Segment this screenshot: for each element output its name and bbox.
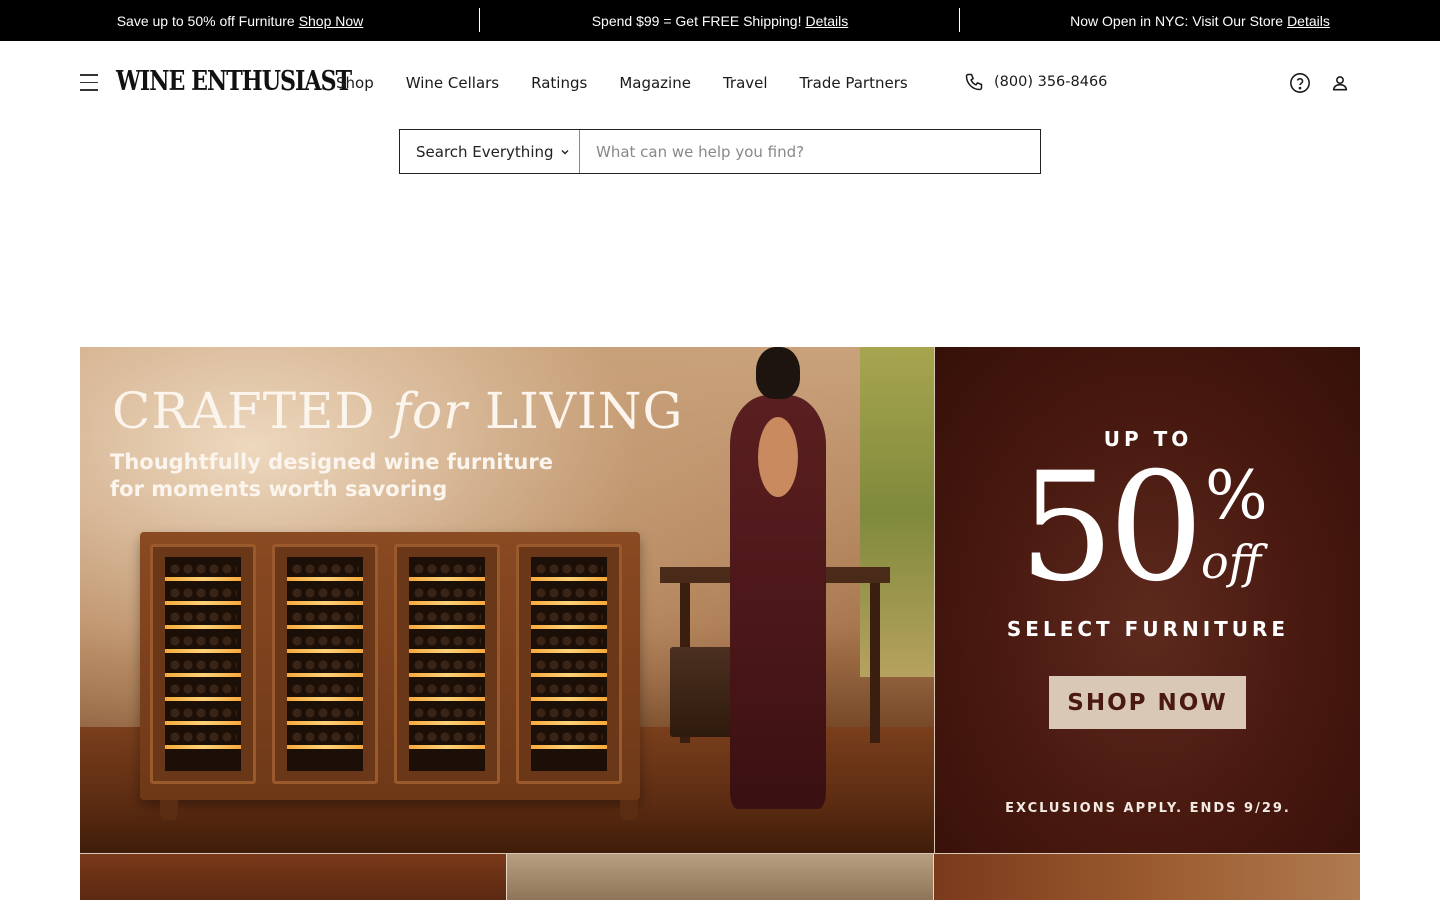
category-tiles bbox=[80, 853, 1360, 900]
search-bar: Search Everything bbox=[399, 129, 1041, 174]
promo-percentage: 50 bbox=[1019, 441, 1204, 615]
nav-shop[interactable]: Shop bbox=[320, 74, 390, 92]
hero-subtitle: Thoughtfully designed wine furniture for… bbox=[110, 450, 553, 501]
category-tile[interactable] bbox=[934, 854, 1360, 900]
store-details-link[interactable]: Details bbox=[1287, 13, 1330, 29]
promo-off: off bbox=[1201, 535, 1262, 589]
hero-banner[interactable]: CRAFTED for LIVING Thoughtfully designed… bbox=[80, 347, 1360, 853]
site-logo[interactable]: WINE ENTHUSIAST bbox=[116, 66, 352, 98]
search-input[interactable] bbox=[580, 130, 1040, 173]
hero-image: CRAFTED for LIVING Thoughtfully designed… bbox=[80, 347, 934, 853]
help-icon[interactable] bbox=[1289, 72, 1311, 94]
nav-ratings[interactable]: Ratings bbox=[515, 74, 603, 92]
phone-number: (800) 356-8466 bbox=[994, 74, 1108, 90]
hero-woman bbox=[708, 347, 848, 809]
announcement-text: Now Open in NYC: Visit Our Store bbox=[1070, 12, 1284, 29]
main-nav: Shop Wine Cellars Ratings Magazine Trave… bbox=[320, 70, 924, 96]
announcement-text: Spend $99 = Get FREE Shipping! bbox=[591, 12, 802, 29]
nav-trade-partners[interactable]: Trade Partners bbox=[784, 74, 924, 92]
chevron-down-icon bbox=[561, 149, 569, 154]
site-header: WINE ENTHUSIAST Shop Wine Cellars Rating… bbox=[0, 41, 1440, 125]
announcement-free-shipping: Spend $99 = Get FREE Shipping! Details bbox=[480, 0, 960, 41]
search-scope-select[interactable]: Search Everything bbox=[400, 130, 580, 173]
nav-magazine[interactable]: Magazine bbox=[603, 74, 707, 92]
wine-cabinet bbox=[140, 532, 640, 800]
phone-link[interactable]: (800) 356-8466 bbox=[964, 72, 1107, 92]
announcement-nyc-store: Now Open in NYC: Visit Our Store Details bbox=[960, 0, 1440, 41]
announcement-text: Save up to 50% off Furniture bbox=[116, 12, 295, 29]
account-icon[interactable] bbox=[1330, 73, 1350, 93]
category-tile[interactable] bbox=[80, 854, 507, 900]
promo-select-furniture: SELECT FURNITURE bbox=[1006, 617, 1290, 641]
nav-travel[interactable]: Travel bbox=[707, 74, 784, 92]
shop-now-button[interactable]: SHOP NOW bbox=[1049, 676, 1246, 729]
menu-icon[interactable] bbox=[80, 74, 98, 91]
shop-now-link[interactable]: Shop Now bbox=[299, 13, 364, 29]
nav-wine-cellars[interactable]: Wine Cellars bbox=[390, 74, 515, 92]
hero-title: CRAFTED for LIVING bbox=[112, 382, 684, 440]
announcement-bar: Save up to 50% off Furniture Shop Now Sp… bbox=[0, 0, 1440, 41]
shipping-details-link[interactable]: Details bbox=[805, 13, 848, 29]
search-scope-label: Search Everything bbox=[416, 142, 554, 161]
promo-percent-sign: % bbox=[1205, 457, 1268, 534]
promo-exclusions: EXCLUSIONS APPLY. ENDS 9/29. bbox=[1005, 801, 1291, 816]
promo-panel: UP TO 50 % off SELECT FURNITURE SHOP NOW… bbox=[934, 347, 1360, 853]
announcement-furniture-sale: Save up to 50% off Furniture Shop Now bbox=[0, 0, 480, 41]
phone-icon bbox=[965, 73, 983, 91]
category-tile[interactable] bbox=[507, 854, 934, 900]
